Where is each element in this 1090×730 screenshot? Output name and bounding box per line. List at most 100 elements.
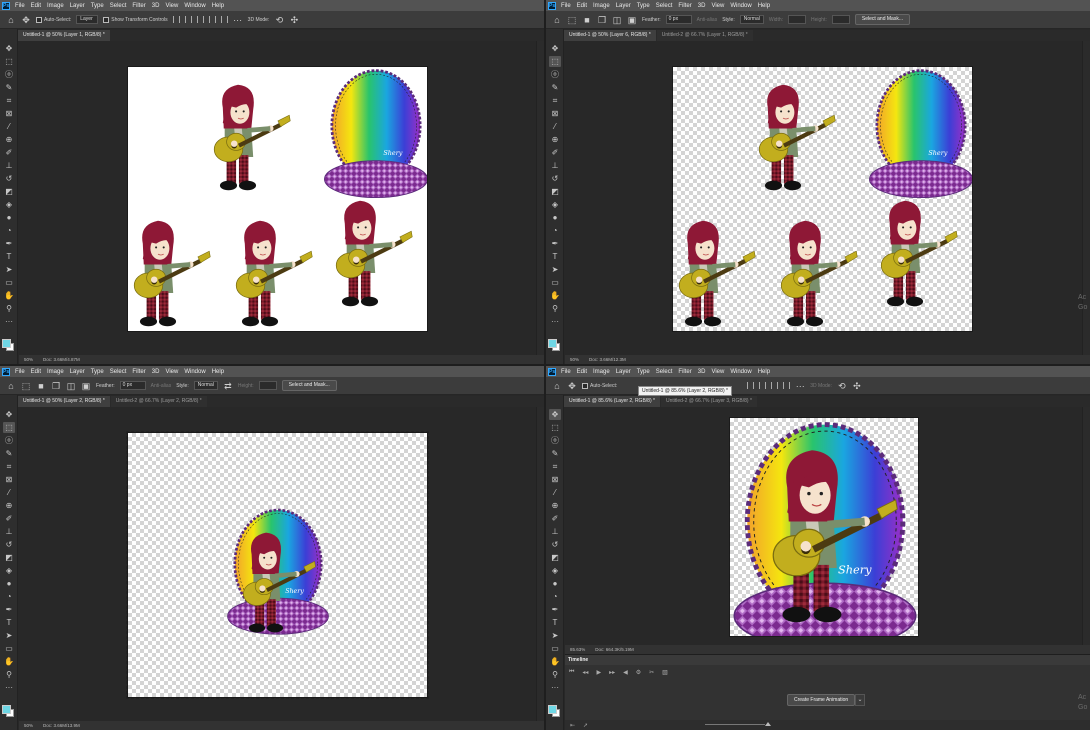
menu-select[interactable]: Select <box>110 369 127 375</box>
menu-image[interactable]: Image <box>593 369 610 375</box>
width-input[interactable] <box>788 15 807 24</box>
quick-select-tool-icon[interactable]: ✎ <box>3 82 15 93</box>
swap-icon[interactable]: ⇄ <box>223 381 233 391</box>
healing-tool-icon[interactable]: ⊕ <box>549 500 561 511</box>
document-tab[interactable]: Untitled-1 @ 50% (Layer 6, RGB/8) * <box>564 30 656 41</box>
eraser-tool-icon[interactable]: ◩ <box>3 186 15 197</box>
zoom-tool-icon[interactable]: ⚲ <box>549 669 561 680</box>
menu-filter[interactable]: Filter <box>678 3 691 9</box>
healing-tool-icon[interactable]: ⊕ <box>549 134 561 145</box>
home-icon[interactable]: ⌂ <box>6 15 16 25</box>
eyedropper-tool-icon[interactable]: ⁄ <box>549 121 561 132</box>
frame-tool-icon[interactable]: ⊠ <box>549 108 561 119</box>
menu-type[interactable]: Type <box>637 3 650 9</box>
select-and-mask-button[interactable]: Select and Mask... <box>854 14 910 25</box>
path-select-tool-icon[interactable]: ➤ <box>3 264 15 275</box>
3d-pan-icon[interactable]: ✣ <box>852 381 862 391</box>
hand-tool-icon[interactable]: ✋ <box>549 290 561 301</box>
path-select-tool-icon[interactable]: ➤ <box>3 630 15 641</box>
zoom-level[interactable]: 50% <box>24 723 33 728</box>
frame-tool-icon[interactable]: ⊠ <box>549 474 561 485</box>
zoom-level[interactable]: 50% <box>570 357 579 362</box>
quick-select-tool-icon[interactable]: ✎ <box>549 82 561 93</box>
lasso-tool-icon[interactable]: ⓞ <box>549 69 561 80</box>
dodge-tool-icon[interactable]: ◔ <box>3 225 15 236</box>
hand-tool-icon[interactable]: ✋ <box>3 656 15 667</box>
menu-image[interactable]: Image <box>47 369 64 375</box>
menu-filter[interactable]: Filter <box>678 369 691 375</box>
convert-icon[interactable]: ⇤ <box>570 722 575 729</box>
pen-tool-icon[interactable]: ✒ <box>3 604 15 615</box>
stamp-tool-icon[interactable]: ⊥ <box>549 160 561 171</box>
canvas-workspace[interactable] <box>565 41 1082 355</box>
document-tab[interactable]: Untitled-2 @ 66.7% (Layer 3, RGB/8) * <box>660 396 757 407</box>
height-input[interactable] <box>831 15 850 24</box>
document-tab[interactable]: Untitled-2 @ 66.7% (Layer 2, RGB/8) * <box>110 396 207 407</box>
marquee-icon[interactable]: ⬚ <box>21 381 31 391</box>
history-brush-tool-icon[interactable]: ↺ <box>3 173 15 184</box>
type-tool-icon[interactable]: T <box>3 251 15 262</box>
chevron-down-icon[interactable]: ⌄ <box>855 694 865 706</box>
eyedropper-tool-icon[interactable]: ⁄ <box>549 487 561 498</box>
menu-file[interactable]: File <box>561 369 571 375</box>
more-icon[interactable]: ··· <box>795 381 805 391</box>
subtract-selection-icon[interactable]: ◫ <box>66 381 76 391</box>
hand-tool-icon[interactable]: ✋ <box>549 656 561 667</box>
home-icon[interactable]: ⌂ <box>6 381 16 391</box>
intersect-selection-icon[interactable]: ▣ <box>627 15 637 25</box>
blur-tool-icon[interactable]: ● <box>549 578 561 589</box>
stamp-tool-icon[interactable]: ⊥ <box>3 526 15 537</box>
eraser-tool-icon[interactable]: ◩ <box>3 552 15 563</box>
menu-select[interactable]: Select <box>656 369 673 375</box>
foreground-color-swatch[interactable] <box>2 705 11 714</box>
move-tool-icon[interactable]: ✥ <box>3 409 15 420</box>
menu-type[interactable]: Type <box>91 369 104 375</box>
shape-tool-icon[interactable]: ▭ <box>3 643 15 654</box>
brush-tool-icon[interactable]: ✐ <box>3 147 15 158</box>
brush-tool-icon[interactable]: ✐ <box>549 513 561 524</box>
more-tools-icon[interactable]: ··· <box>3 316 15 327</box>
align-right-icon[interactable] <box>771 382 779 389</box>
add-selection-icon[interactable]: ❐ <box>51 381 61 391</box>
distribute-icon[interactable] <box>783 382 791 389</box>
menu-layer[interactable]: Layer <box>70 369 85 375</box>
foreground-color-swatch[interactable] <box>548 705 557 714</box>
menu-edit[interactable]: Edit <box>577 3 587 9</box>
menu-select[interactable]: Select <box>110 3 127 9</box>
more-tools-icon[interactable]: ··· <box>549 316 561 327</box>
history-brush-tool-icon[interactable]: ↺ <box>3 539 15 550</box>
slider-knob[interactable] <box>765 722 771 726</box>
menu-layer[interactable]: Layer <box>616 369 631 375</box>
menu-file[interactable]: File <box>15 3 25 9</box>
hand-tool-icon[interactable]: ✋ <box>3 290 15 301</box>
pen-tool-icon[interactable]: ✒ <box>549 238 561 249</box>
zoom-tool-icon[interactable]: ⚲ <box>3 303 15 314</box>
select-and-mask-button[interactable]: Select and Mask... <box>281 380 337 391</box>
3d-pan-icon[interactable]: ✣ <box>289 15 299 25</box>
eyedropper-tool-icon[interactable]: ⁄ <box>3 121 15 132</box>
menu-3d[interactable]: 3D <box>698 3 706 9</box>
distribute-2-icon[interactable] <box>220 16 228 23</box>
bucket-tool-icon[interactable]: ◈ <box>3 199 15 210</box>
foreground-color-swatch[interactable] <box>548 339 557 348</box>
crop-tool-icon[interactable]: ⌗ <box>549 461 561 472</box>
more-tools-icon[interactable]: ··· <box>549 682 561 693</box>
menu-edit[interactable]: Edit <box>577 369 587 375</box>
menu-3d[interactable]: 3D <box>152 3 160 9</box>
menu-select[interactable]: Select <box>656 3 673 9</box>
foreground-color-swatch[interactable] <box>2 339 11 348</box>
auto-select-checkbox[interactable]: Auto-Select: <box>36 16 71 23</box>
align-center-icon[interactable] <box>759 382 767 389</box>
eraser-tool-icon[interactable]: ◩ <box>549 552 561 563</box>
move-icon[interactable]: ✥ <box>21 15 31 25</box>
dodge-tool-icon[interactable]: ◔ <box>3 591 15 602</box>
canvas-workspace[interactable] <box>19 41 536 355</box>
menu-image[interactable]: Image <box>593 3 610 9</box>
menu-view[interactable]: View <box>711 3 724 9</box>
feather-input[interactable]: 0 px <box>119 381 146 390</box>
marquee-tool-icon[interactable]: ⬚ <box>3 422 15 433</box>
distribute-icon[interactable] <box>208 16 216 23</box>
zoom-tool-icon[interactable]: ⚲ <box>549 303 561 314</box>
bucket-tool-icon[interactable]: ◈ <box>549 199 561 210</box>
crop-tool-icon[interactable]: ⌗ <box>549 95 561 106</box>
